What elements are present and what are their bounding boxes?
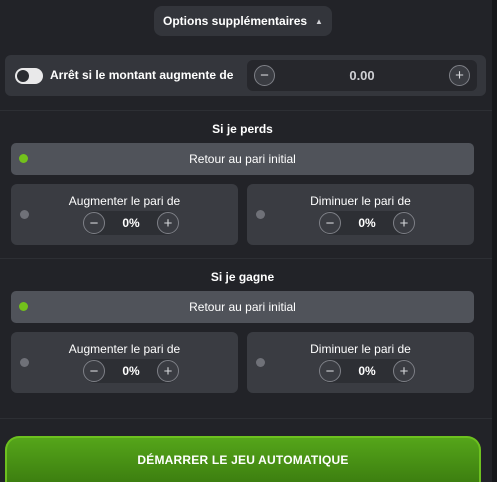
stop-label: Arrêt si le montant augmente de	[50, 68, 234, 82]
inactive-radio-icon	[256, 358, 265, 367]
lose-decrease-title: Diminuer le pari de	[310, 194, 411, 208]
divider	[0, 258, 492, 259]
lose-section-title: Si je perds	[212, 122, 273, 136]
win-increase-field[interactable]: − 0% +	[83, 359, 179, 383]
win-reset-option[interactable]: Retour au pari initial	[11, 291, 474, 323]
lose-reset-label: Retour au pari initial	[189, 152, 296, 166]
stop-amount-value: 0.00	[349, 68, 375, 83]
options-toggle-button[interactable]: Options supplémentaires ▲	[154, 6, 332, 36]
divider	[0, 418, 492, 419]
win-reset-label: Retour au pari initial	[189, 300, 296, 314]
win-increase-option[interactable]: Augmenter le pari de − 0% +	[11, 332, 238, 393]
inactive-radio-icon	[256, 210, 265, 219]
win-section-title: Si je gagne	[210, 270, 275, 284]
win-decrease-title: Diminuer le pari de	[310, 342, 411, 356]
lose-decrease-plus-button[interactable]: +	[393, 212, 415, 234]
inactive-radio-icon	[20, 210, 29, 219]
win-decrease-plus-button[interactable]: +	[393, 360, 415, 382]
scroll-edge	[492, 0, 497, 482]
stop-plus-button[interactable]: +	[449, 65, 470, 86]
inactive-radio-icon	[20, 358, 29, 367]
start-autoplay-button[interactable]: DÉMARRER LE JEU AUTOMATIQUE	[5, 436, 481, 482]
lose-increase-option[interactable]: Augmenter le pari de − 0% +	[11, 184, 238, 245]
lose-reset-option[interactable]: Retour au pari initial	[11, 143, 474, 175]
chevron-up-icon: ▲	[315, 16, 323, 26]
stop-toggle-switch[interactable]	[15, 68, 43, 84]
autoplay-panel: Options supplémentaires ▲ Arrêt si le mo…	[0, 0, 497, 482]
stop-amount-field[interactable]: − 0.00 +	[247, 60, 477, 91]
lose-decrease-option[interactable]: Diminuer le pari de − 0% +	[247, 184, 474, 245]
win-decrease-field[interactable]: − 0% +	[319, 359, 415, 383]
lose-increase-plus-button[interactable]: +	[157, 212, 179, 234]
win-increase-title: Augmenter le pari de	[68, 342, 181, 356]
start-autoplay-label: DÉMARRER LE JEU AUTOMATIQUE	[137, 453, 349, 467]
stop-on-increase-row: Arrêt si le montant augmente de − 0.00 +	[5, 55, 486, 96]
win-decrease-option[interactable]: Diminuer le pari de − 0% +	[247, 332, 474, 393]
divider	[0, 110, 492, 111]
win-increase-plus-button[interactable]: +	[157, 360, 179, 382]
lose-increase-field[interactable]: − 0% +	[83, 211, 179, 235]
lose-decrease-field[interactable]: − 0% +	[319, 211, 415, 235]
options-label: Options supplémentaires	[163, 14, 308, 28]
lose-increase-title: Augmenter le pari de	[68, 194, 181, 208]
